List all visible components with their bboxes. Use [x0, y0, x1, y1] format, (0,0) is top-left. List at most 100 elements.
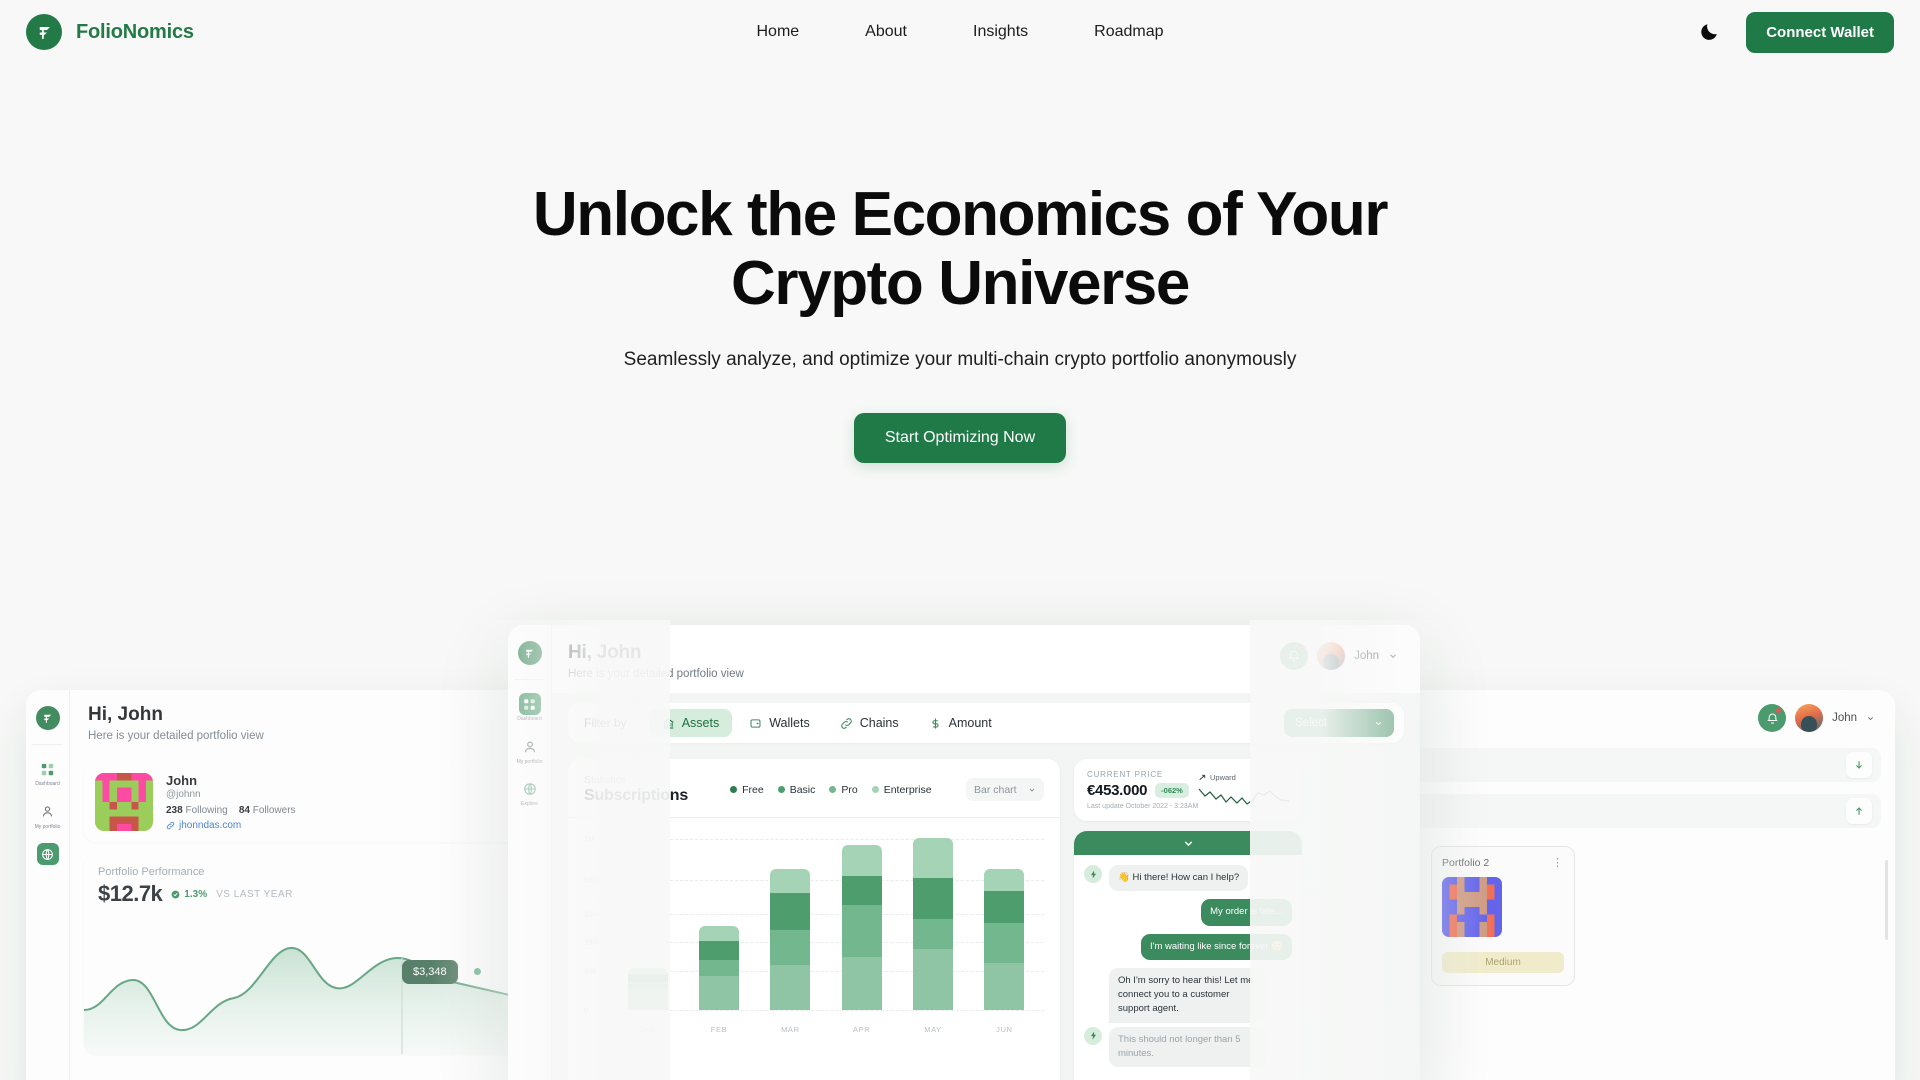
filter-chip-wallets[interactable]: Wallets [736, 709, 823, 737]
chart-bar-segment [770, 930, 811, 966]
moon-icon[interactable] [1698, 21, 1720, 43]
logo-icon [517, 641, 542, 665]
chart-bar-segment [770, 868, 811, 893]
chart-y-tick: 50k [584, 966, 597, 976]
chat-message-list: 👋 Hi there! How can I help? My order is … [1074, 855, 1302, 1067]
nav-link-roadmap[interactable]: Roadmap [1094, 23, 1163, 41]
chart-bar[interactable] [984, 868, 1025, 1010]
chart-bar[interactable] [912, 838, 953, 1010]
profile-handle: @johnn [166, 789, 201, 800]
start-optimizing-button[interactable]: Start Optimizing Now [853, 412, 1067, 463]
filter-chip-chains[interactable]: Chains [827, 709, 912, 737]
connect-wallet-button[interactable]: Connect Wallet [1746, 11, 1894, 53]
nav-links: Home About Insights Roadmap [756, 23, 1163, 41]
sidebar-item-label: My portfolio [34, 823, 61, 830]
chevron-down-icon [1184, 840, 1192, 846]
chart-bar[interactable] [841, 845, 882, 1010]
nav-link-home[interactable]: Home [756, 23, 799, 41]
more-options-icon[interactable]: ⋮ [1552, 856, 1564, 869]
chart-bar-segment [912, 949, 953, 1010]
portfolio-card-header: Portfolio 2 ⋮ [1442, 856, 1564, 870]
wallet-icon [750, 718, 761, 728]
chart-bar-segment [912, 919, 953, 950]
chart-type-dropdown[interactable]: Bar chart [966, 778, 1044, 801]
chart-bar-column [912, 832, 953, 1010]
chat-bubble-user: I'm waiting like since forever 😊 [1141, 933, 1292, 960]
chart-bar[interactable] [770, 868, 811, 1010]
sidebar-item-explore[interactable]: Explore [516, 778, 544, 808]
chart-x-tick: FEB [710, 1025, 728, 1034]
filter-chip-label: Chains [859, 716, 899, 730]
chart-x-tick: MAR [781, 1025, 800, 1034]
portfolio-card[interactable]: Portfolio 2 ⋮ Medium [1431, 846, 1575, 986]
download-button[interactable] [1846, 752, 1872, 778]
legend-item: Basic [777, 783, 816, 796]
chart-bar[interactable] [627, 968, 668, 1010]
chat-bubble-bot: Oh I'm sorry to hear this! Let me connec… [1109, 967, 1267, 1023]
sidebar-item-explore[interactable] [34, 843, 62, 865]
avatar[interactable] [1795, 704, 1824, 732]
chat-message: My order is late... [1084, 899, 1292, 926]
sidebar-item-my-portfolio[interactable]: My portfolio [34, 801, 62, 831]
user-name: John [1354, 650, 1379, 662]
followers-label: Followers [252, 805, 296, 816]
chevron-down-icon[interactable] [1388, 651, 1398, 661]
greeting-subtitle: Here is your detailed portfolio view [568, 668, 744, 680]
user-menu[interactable]: John [1280, 642, 1398, 670]
arrow-down-icon [1855, 761, 1863, 769]
scrollbar[interactable] [1885, 860, 1888, 940]
sidebar-item-my-portfolio[interactable]: My portfolio [516, 736, 544, 766]
chart-bar-segment [841, 956, 882, 1010]
avatar[interactable] [1317, 642, 1346, 670]
divider [568, 817, 1060, 818]
sidebar-item-dashboard[interactable]: Dashboard [516, 693, 544, 723]
dollar-icon [932, 717, 939, 729]
legend-item: Free [730, 784, 764, 796]
chart-y-tick: 1M [584, 834, 595, 844]
filter-chip-amount[interactable]: Amount [916, 709, 1005, 737]
dashboard-right-column: CURRENT PRICE €453.000 -062% Last update… [1074, 759, 1302, 1080]
select-dropdown[interactable]: Select [1284, 709, 1394, 737]
profile-link[interactable]: jhonndas.com [166, 820, 296, 831]
legend-item: Enterprise [871, 783, 932, 796]
main-dashboard-panel: Dashboard My portfolio Explore Hi, John … [508, 625, 1420, 1080]
brand[interactable]: FolioNomics [26, 14, 194, 50]
chart-y-tick: 100k [584, 937, 601, 947]
hero-section: Unlock the Economics of Your Crypto Univ… [0, 180, 1920, 463]
support-chat-card: 👋 Hi there! How can I help? My order is … [1074, 831, 1302, 1080]
filter-chip-label: Amount [948, 716, 992, 730]
price-value: €453.000 [1087, 782, 1148, 799]
portfolio-name: Portfolio 2 [1442, 856, 1490, 869]
nav-link-about[interactable]: About [865, 23, 907, 41]
chart-bar-segment [698, 940, 739, 960]
profile-name: John [166, 773, 198, 788]
trend-up-icon [1199, 774, 1206, 781]
chevron-down-icon [1375, 721, 1382, 725]
chevron-down-icon[interactable] [1866, 714, 1875, 723]
chart-bar-segment [698, 926, 739, 941]
following-count: 238 [166, 805, 183, 816]
divider [514, 679, 545, 680]
nav-link-insights[interactable]: Insights [973, 23, 1028, 41]
notification-dot [1776, 708, 1782, 713]
chart-x-labels: JAN FEB MAR APR MAY JUN [612, 1025, 1040, 1034]
globe-icon [519, 778, 541, 800]
chat-collapse-button[interactable] [1074, 831, 1302, 855]
sidebar-item-dashboard[interactable]: Dashboard [34, 758, 62, 788]
legend-label: Enterprise [883, 783, 932, 796]
dashboard-content: Statistics Subscriptions Free Basic Pro … [552, 759, 1420, 1080]
brand-name: FolioNomics [76, 20, 194, 43]
notification-bell-icon[interactable] [1758, 704, 1787, 732]
grid-icon [37, 758, 59, 780]
dashboard-header: Hi, John Here is your detailed portfolio… [552, 625, 1420, 693]
notification-dot [1298, 646, 1304, 651]
check-circle-icon [171, 890, 180, 898]
hero-subtitle: Seamlessly analyze, and optimize your mu… [623, 348, 1297, 370]
upload-button[interactable] [1846, 798, 1872, 824]
legend-label: Basic [789, 783, 816, 796]
filter-chip-assets[interactable]: Assets [648, 709, 733, 737]
legend-swatch [871, 786, 879, 793]
notification-bell-icon[interactable] [1280, 642, 1309, 670]
trend-label: Upward [1210, 773, 1236, 782]
chart-bar[interactable] [698, 926, 739, 1010]
